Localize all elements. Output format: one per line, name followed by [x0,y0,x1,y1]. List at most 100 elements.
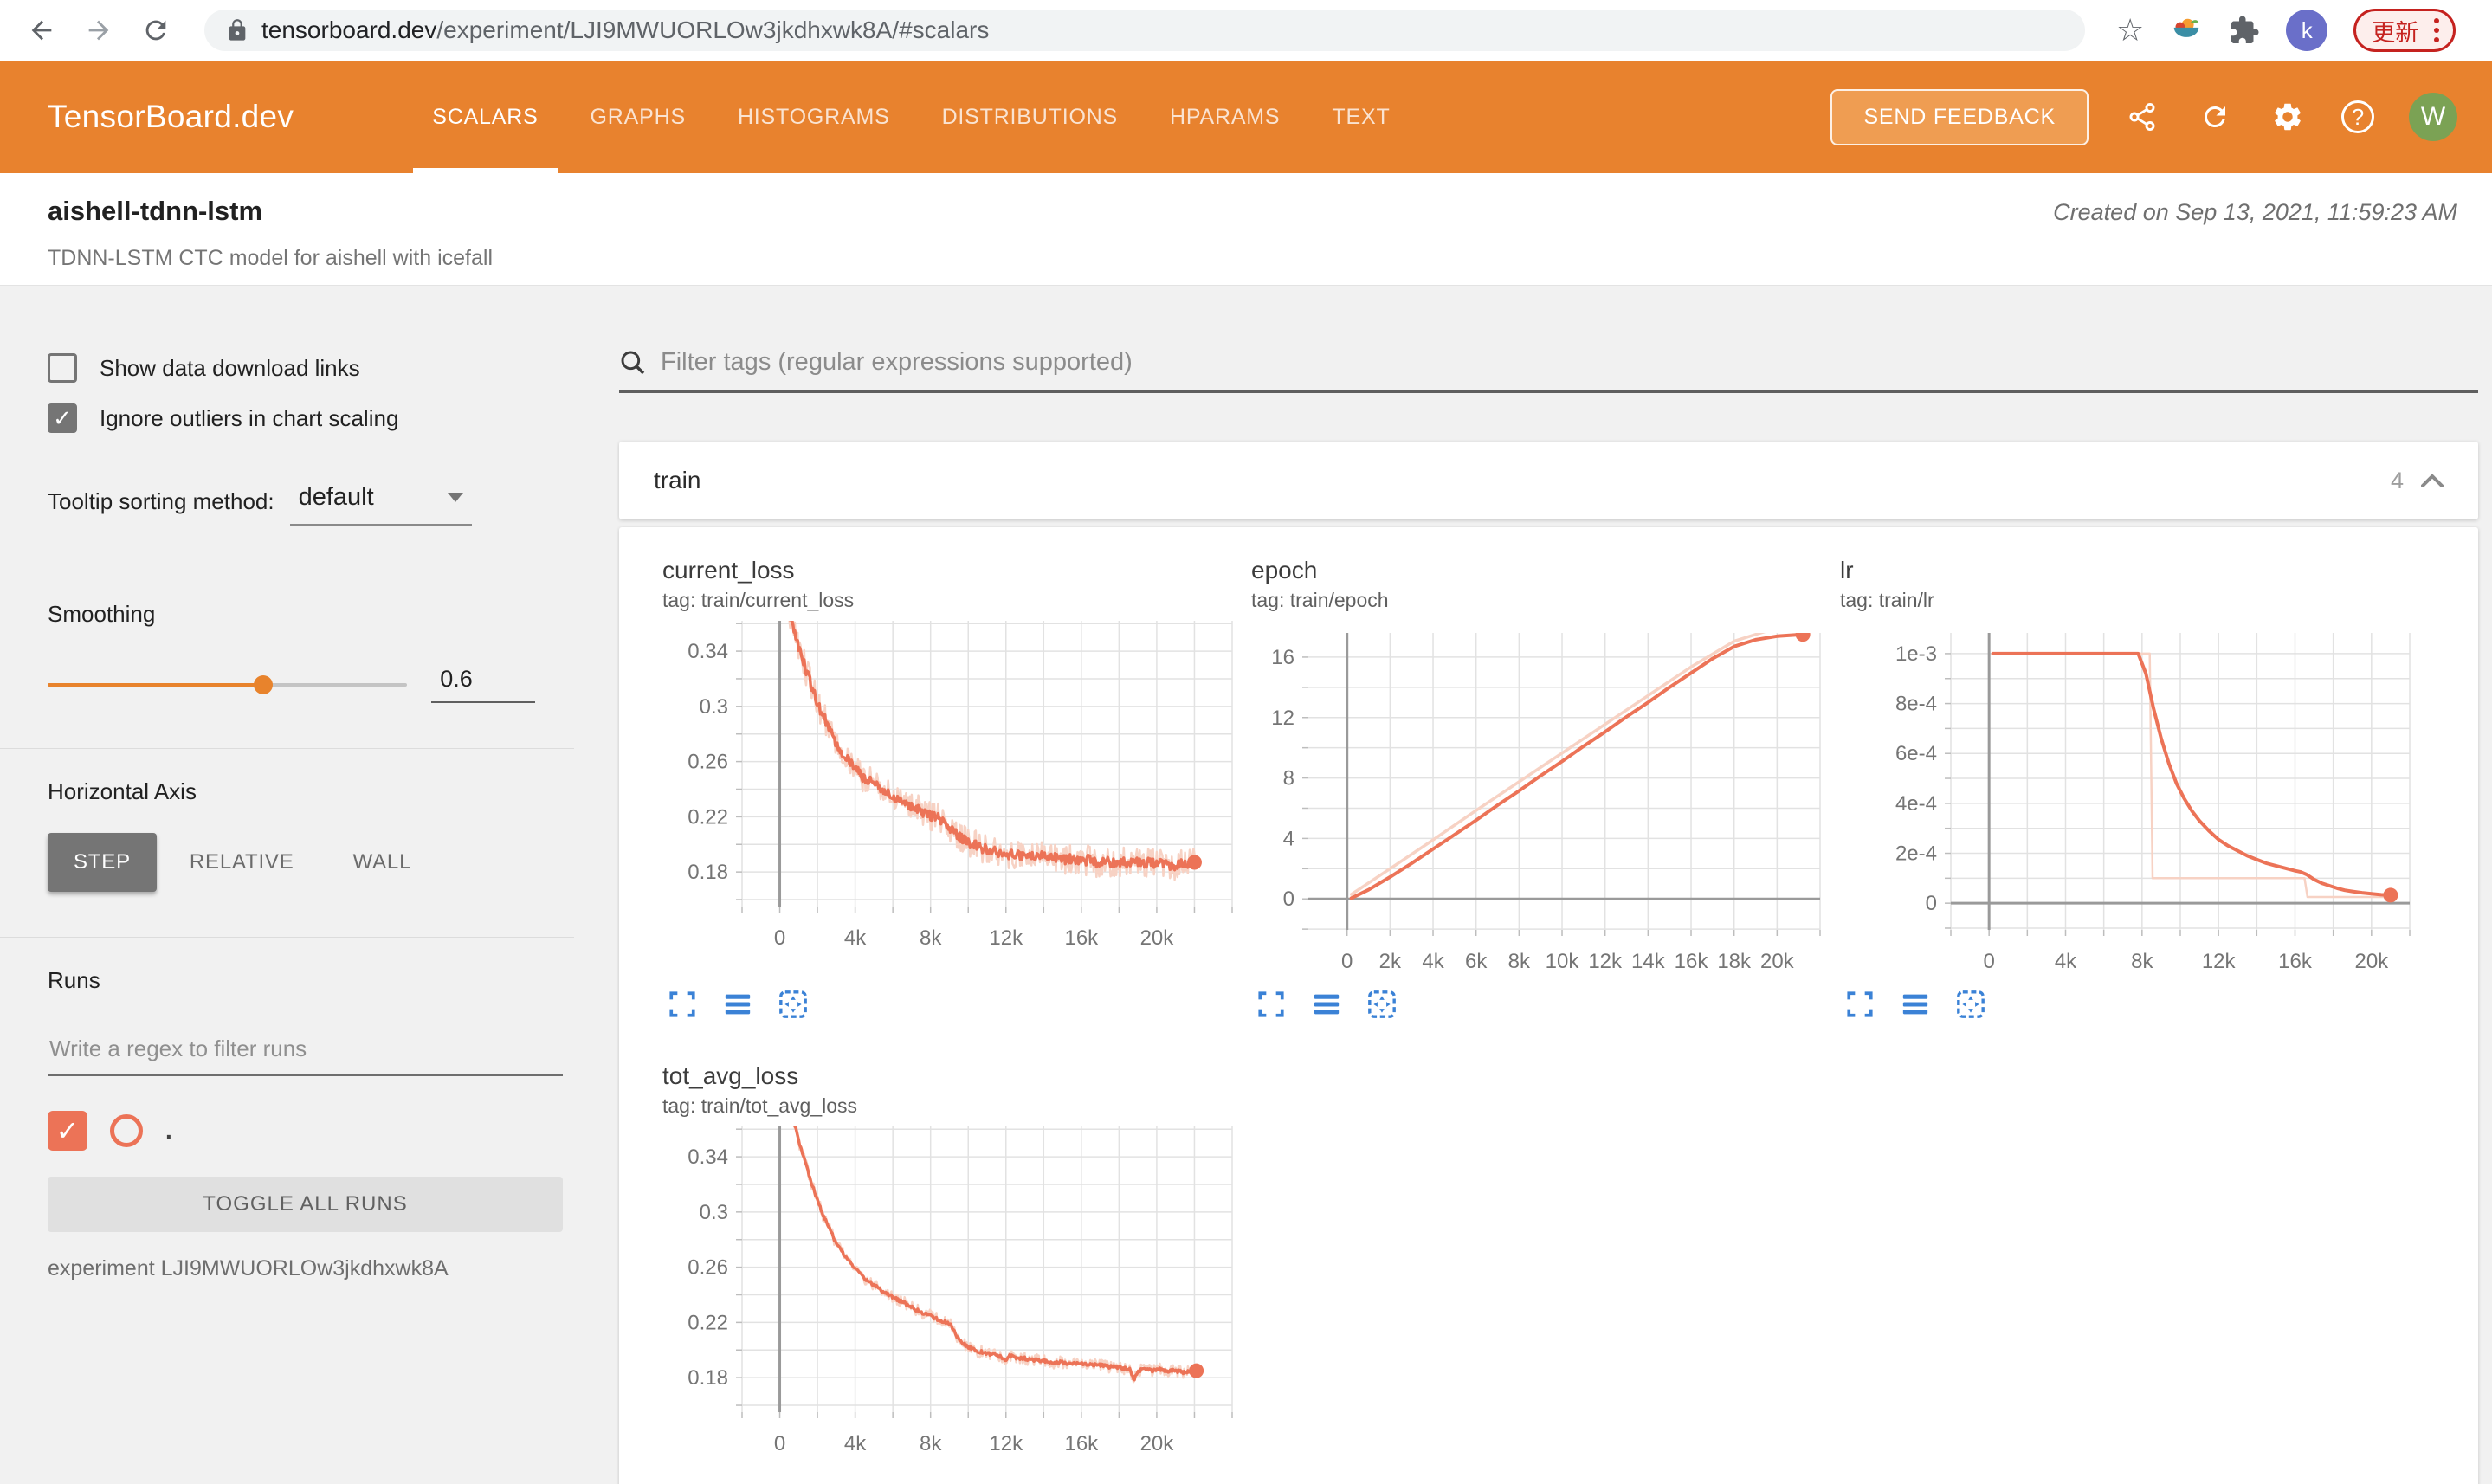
tab-scalars[interactable]: SCALARS [406,61,564,173]
svg-text:20k: 20k [1760,950,1795,971]
tooltip-sorting-label: Tooltip sorting method: [48,488,274,514]
chart-plot-area[interactable]: 1e-3 8e-4 6e-4 4e-4 2e-4 0 0 4k 8k 12k 16k 20k [1840,617,2411,971]
run-color-swatch[interactable] [110,1114,143,1147]
horizontal-axis-label: Horizontal Axis [48,778,197,804]
svg-text:4k: 4k [844,926,867,950]
url-path: /experiment/LJI9MWUORLOw3jkdhxwk8A/#scal… [436,16,990,43]
user-avatar[interactable]: W [2409,93,2457,141]
toggle-y-axis-icon[interactable] [721,988,754,1021]
extensions-puzzle-icon[interactable] [2229,15,2260,46]
browser-toolbar: tensorboard.dev/experiment/LJI9MWUORLOw3… [0,0,2492,61]
train-section-header[interactable]: train 4 [619,442,2478,519]
tab-text[interactable]: TEXT [1306,61,1416,173]
fit-domain-icon[interactable] [1954,988,1987,1021]
smoothing-value[interactable]: 0.6 [431,666,535,703]
svg-text:8k: 8k [1508,950,1531,971]
show-download-links-row[interactable]: Show data download links [48,353,535,383]
toggle-y-axis-icon[interactable] [1310,988,1343,1021]
svg-text:0.22: 0.22 [688,1311,728,1334]
browser-update-button[interactable]: 更新 [2353,9,2456,52]
settings-gear-icon[interactable] [2269,98,2307,136]
svg-text:12k: 12k [2202,950,2237,971]
chart-plot-area[interactable]: 0.34 0.3 0.26 0.22 0.18 0 4k 8k 12k 16k 20k [662,617,1234,971]
svg-text:2k: 2k [1379,950,1402,971]
axis-button-wall[interactable]: WALL [327,833,438,892]
share-icon[interactable] [2123,98,2161,136]
svg-text:0.22: 0.22 [688,805,728,829]
toggle-y-axis-icon[interactable] [1899,988,1932,1021]
chart-current_loss: current_loss tag: train/current_loss 0.34 0… [662,557,1234,1021]
divider [0,937,574,938]
ignore-outliers-checkbox[interactable]: ✓ [48,403,77,433]
svg-text:8k: 8k [920,1432,942,1455]
tab-histograms[interactable]: HISTOGRAMS [712,61,916,173]
chart-toolbar [1840,988,2411,1021]
browser-profile-avatar[interactable]: k [2286,10,2328,51]
svg-text:0.18: 0.18 [688,861,728,884]
help-icon[interactable]: ? [2341,100,2374,133]
expand-chart-icon[interactable] [1255,988,1288,1021]
bookmark-star-icon[interactable]: ☆ [2116,15,2144,46]
filter-tags-input[interactable] [661,348,2478,377]
search-icon [621,351,645,374]
chart-toolbar [1251,988,1823,1021]
chart-tag: tag: train/current_loss [662,589,855,611]
svg-text:0: 0 [1341,950,1353,971]
train-section-title: train [654,467,701,494]
refresh-icon[interactable] [2196,98,2234,136]
chart-plot-area[interactable]: 0.34 0.3 0.26 0.22 0.18 0 4k 8k 12k 16k 20k [662,1123,1234,1476]
svg-text:0.3: 0.3 [700,695,728,719]
svg-text:20k: 20k [1140,1432,1175,1455]
reload-icon[interactable] [137,11,175,49]
tooltip-sorting-select[interactable]: default [289,483,472,526]
runs-regex-input[interactable] [48,1029,563,1076]
tensorboard-logo[interactable]: TensorBoard.dev [48,99,294,135]
svg-text:6e-4: 6e-4 [1895,742,1937,765]
svg-text:12k: 12k [1588,950,1623,971]
show-download-links-checkbox[interactable] [48,353,77,383]
chart-tag: tag: train/epoch [1251,589,1389,611]
send-feedback-button[interactable]: SEND FEEDBACK [1830,88,2089,145]
expand-chart-icon[interactable] [1843,988,1876,1021]
extension-bowl-icon[interactable] [2170,14,2203,47]
show-download-links-label: Show data download links [100,354,360,381]
toggle-all-runs-button[interactable]: TOGGLE ALL RUNS [48,1177,563,1232]
slider-knob[interactable] [254,674,274,694]
browser-menu-icon[interactable] [2432,16,2441,44]
run-checkbox[interactable]: ✓ [48,1111,87,1151]
svg-text:8e-4: 8e-4 [1895,693,1937,716]
tab-graphs[interactable]: GRAPHS [565,61,712,173]
header-actions: SEND FEEDBACK ? W [1830,61,2457,173]
svg-text:0: 0 [1983,950,1994,971]
axis-button-step[interactable]: STEP [48,833,157,892]
expand-chart-icon[interactable] [666,988,699,1021]
ignore-outliers-row[interactable]: ✓ Ignore outliers in chart scaling [48,403,535,433]
collapse-chevron-icon[interactable] [2421,474,2444,487]
chart-title: tot_avg_loss [662,1062,799,1089]
main-panel: train 4 current_loss tag: train/current_l… [574,286,2492,1484]
svg-text:12k: 12k [989,926,1023,950]
forward-icon[interactable] [80,11,118,49]
fit-domain-icon[interactable] [1365,988,1398,1021]
back-icon[interactable] [23,11,61,49]
svg-text:16k: 16k [1064,1432,1099,1455]
run-row[interactable]: ✓ . [48,1111,535,1151]
axis-button-relative[interactable]: RELATIVE [164,833,320,892]
chart-title: epoch [1251,557,1318,584]
chart-plot-area[interactable]: 0 4 8 12 16 0 2k 4k 6k 8k 10k 12k 14k 16k 18k 20k [1251,617,1823,971]
svg-text:12k: 12k [989,1432,1023,1455]
chart-epoch: epoch tag: train/epoch 0 4 8 12 16 0 2k 4k 6k 8k 10k… [1251,557,1823,1021]
tab-hparams[interactable]: HPARAMS [1144,61,1306,173]
svg-text:0: 0 [774,1432,785,1455]
chart-toolbar [662,988,1234,1021]
chart-tot_avg_loss: tot_avg_loss tag: train/tot_avg_loss 0.34 0… [662,1062,1234,1484]
address-bar[interactable]: tensorboard.dev/experiment/LJI9MWUORLOw3… [204,10,2085,51]
fit-domain-icon[interactable] [777,988,810,1021]
experiment-id-text: experiment LJI9MWUORLOw3jkdhxwk8A [48,1256,449,1281]
svg-text:8k: 8k [2131,950,2153,971]
smoothing-slider[interactable] [48,674,408,694]
experiment-created-date: Created on Sep 13, 2021, 11:59:23 AM [2053,199,2457,225]
chart-title: lr [1840,557,1854,584]
tab-distributions[interactable]: DISTRIBUTIONS [916,61,1144,173]
app-header: TensorBoard.dev SCALARS GRAPHS HISTOGRAMS D… [0,61,2492,173]
